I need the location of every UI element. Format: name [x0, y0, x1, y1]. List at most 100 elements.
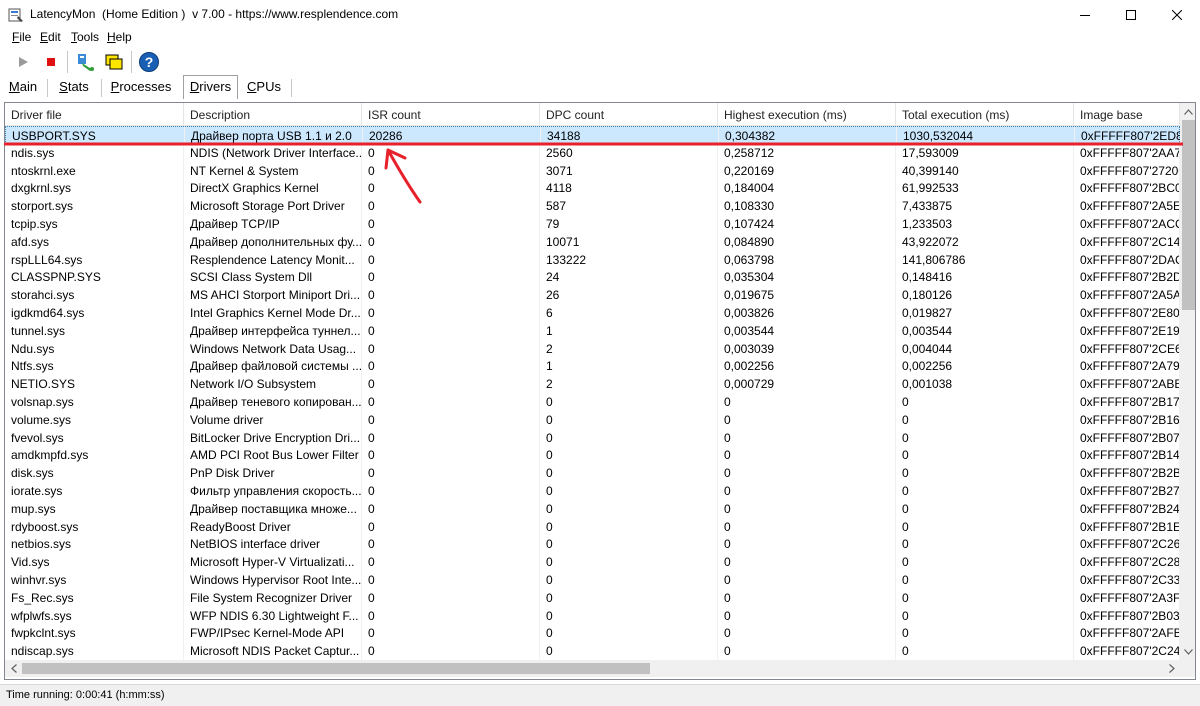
vertical-scrollbar[interactable] [1180, 103, 1195, 660]
table-row[interactable]: Ntfs.sys Драйвер файловой системы ... 0 1 0,… [5, 357, 1180, 376]
latencymon-app-icon [8, 8, 23, 22]
table-row[interactable]: tunnel.sys Драйвер интерфейса туннел... 0 1… [5, 321, 1180, 340]
tab-cpus[interactable]: CPUs [242, 76, 286, 98]
column-header[interactable]: Image base [1074, 103, 1180, 126]
help-button[interactable]: ? [137, 50, 161, 74]
table-cell: Network I/O Subsystem [184, 375, 362, 393]
scroll-right-button[interactable] [1163, 660, 1180, 677]
table-cell: 0 [362, 553, 540, 571]
svg-text:?: ? [145, 54, 154, 70]
table-row[interactable]: igdkmd64.sys Intel Graphics Kernel Mode D… [5, 304, 1180, 322]
table-cell: 17,593009 [896, 143, 1074, 162]
table-row-selected[interactable]: USBPORT.SYS Драйвер порта USB 1.1 и 2.0 20… [5, 126, 1180, 145]
table-row[interactable]: volume.sys Volume driver 0 0 0 0 0xFFFFF807'2B… [5, 410, 1180, 429]
windows-button[interactable] [102, 50, 126, 74]
chevron-left-icon [10, 664, 17, 673]
table-row[interactable]: CLASSPNP.SYS SCSI Class System Dll 0 24 0,03… [5, 268, 1180, 287]
table-row[interactable]: storahci.sys MS AHCI Storport Miniport Dr… [5, 286, 1180, 304]
table-cell: volsnap.sys [5, 393, 184, 411]
tab-main[interactable]: Main [4, 76, 42, 98]
table-cell: 0 [540, 606, 718, 625]
stop-button[interactable] [39, 50, 63, 74]
table-cell: NETIO.SYS [5, 375, 184, 393]
table-cell: 0xFFFFF807'2B030000 [1074, 606, 1180, 625]
horizontal-scrollbar[interactable] [5, 660, 1180, 677]
scroll-left-button[interactable] [5, 660, 22, 677]
table-row[interactable]: netbios.sys NetBIOS interface driver 0 0 0 0 0… [5, 535, 1180, 554]
table-cell: 0 [896, 588, 1074, 607]
table-row[interactable]: ndiscap.sys Microsoft NDIS Packet Captur.… [5, 642, 1180, 660]
scroll-up-button[interactable] [1180, 103, 1195, 120]
table-row[interactable]: ntoskrnl.exe NT Kernel & System 0 3071 0,220… [5, 161, 1180, 180]
title-bar[interactable]: LatencyMon (Home Edition ) v 7.00 - http… [0, 0, 1200, 29]
table-row[interactable]: mup.sys Драйвер поставщика множе... 0 0 0 0 0x… [5, 499, 1180, 518]
table-cell: Microsoft Storage Port Driver [184, 197, 362, 215]
scroll-down-button[interactable] [1180, 643, 1195, 660]
table-row[interactable]: volsnap.sys Драйвер теневого копирован...… [5, 393, 1180, 411]
table-row[interactable]: rspLLL64.sys Resplendence Latency Monit..… [5, 250, 1180, 269]
tab-stats[interactable]: Stats [54, 76, 94, 98]
table-cell: 0 [362, 339, 540, 358]
table-cell: 0xFFFFF807'2A5A0000 [1074, 286, 1180, 304]
table-row[interactable]: wfplwfs.sys WFP NDIS 6.30 Lightweight F..… [5, 606, 1180, 625]
maximize-button[interactable] [1108, 0, 1154, 29]
column-header[interactable]: Total execution (ms) [896, 103, 1074, 126]
table-cell: 0,304382 [719, 127, 897, 145]
table-cell: 0,003826 [718, 304, 896, 322]
table-row[interactable]: Vid.sys Microsoft Hyper-V Virtualizati...… [5, 553, 1180, 571]
chevron-down-icon [1184, 648, 1193, 655]
table-cell: Resplendence Latency Monit... [184, 250, 362, 269]
horizontal-scroll-thumb[interactable] [22, 663, 650, 674]
column-header[interactable]: Driver file [5, 103, 184, 126]
table-cell: NT Kernel & System [184, 161, 362, 180]
table-body[interactable]: USBPORT.SYS Драйвер порта USB 1.1 и 2.0 20… [5, 126, 1180, 660]
table-row[interactable]: Fs_Rec.sys File System Recognizer Driver 0… [5, 588, 1180, 607]
column-header[interactable]: Description [184, 103, 362, 126]
table-row[interactable]: rdyboost.sys ReadyBoost Driver 0 0 0 0 0xFFFFF… [5, 517, 1180, 536]
tab-separator [47, 79, 48, 97]
vertical-scroll-thumb[interactable] [1182, 120, 1195, 310]
minimize-button[interactable] [1062, 0, 1108, 29]
table-row[interactable]: disk.sys PnP Disk Driver 0 0 0 0 0xFFFFF807'2B… [5, 464, 1180, 482]
table-cell: amdkmpfd.sys [5, 446, 184, 465]
table-cell: 1 [540, 357, 718, 376]
close-icon [1172, 9, 1182, 20]
table-cell: mup.sys [5, 499, 184, 518]
table-cell: 6 [540, 304, 718, 322]
table-row[interactable]: ndis.sys NDIS (Network Driver Interface..… [5, 143, 1180, 162]
table-cell: 0 [362, 321, 540, 340]
table-row[interactable]: NETIO.SYS Network I/O Subsystem 0 2 0,000729… [5, 375, 1180, 393]
table-row[interactable]: amdkmpfd.sys AMD PCI Root Bus Lower Filte… [5, 446, 1180, 465]
column-header[interactable]: Highest execution (ms) [718, 103, 896, 126]
table-row[interactable]: winhvr.sys Windows Hypervisor Root Inte..… [5, 571, 1180, 589]
table-row[interactable]: tcpip.sys Драйвер TCP/IP 0 79 0,107424 1,2335… [5, 215, 1180, 233]
menu-tools[interactable]: Tools [71, 30, 99, 44]
table-row[interactable]: fvevol.sys BitLocker Drive Encryption Dri… [5, 428, 1180, 447]
menu-file[interactable]: File [12, 30, 31, 44]
table-cell: 7,433875 [896, 197, 1074, 215]
maximize-icon [1126, 9, 1136, 20]
menu-help[interactable]: Help [107, 30, 132, 44]
table-cell: 0xFFFFF807'2C240000 [1074, 642, 1180, 660]
table-cell: 0 [718, 499, 896, 518]
table-cell: 0 [362, 642, 540, 660]
menu-edit[interactable]: Edit [40, 30, 61, 44]
table-row[interactable]: afd.sys Драйвер дополнительных фу... 0 1007… [5, 232, 1180, 251]
table-cell: 0,004044 [896, 339, 1074, 358]
table-cell: 0,063798 [718, 250, 896, 269]
column-header[interactable]: DPC count [540, 103, 718, 126]
start-button[interactable] [11, 50, 35, 74]
tab-drivers[interactable]: Drivers [183, 75, 238, 99]
table-row[interactable]: storport.sys Microsoft Storage Port Drive… [5, 197, 1180, 215]
close-button[interactable] [1154, 0, 1200, 29]
submit-button[interactable] [74, 50, 98, 74]
table-cell: 0 [896, 446, 1074, 465]
column-header[interactable]: ISR count [362, 103, 540, 126]
table-cell: 0 [540, 642, 718, 660]
table-row[interactable]: iorate.sys Фильтр управления скорость... 0… [5, 482, 1180, 500]
tab-processes[interactable]: Processes [106, 76, 176, 98]
table-cell: 0xFFFFF807'2B160000 [1074, 410, 1180, 429]
table-row[interactable]: fwpkclnt.sys FWP/IPsec Kernel-Mode API 0 0 0… [5, 624, 1180, 643]
table-row[interactable]: Ndu.sys Windows Network Data Usag... 0 2 0,0… [5, 339, 1180, 358]
table-row[interactable]: dxgkrnl.sys DirectX Graphics Kernel 0 4118 0… [5, 179, 1180, 198]
